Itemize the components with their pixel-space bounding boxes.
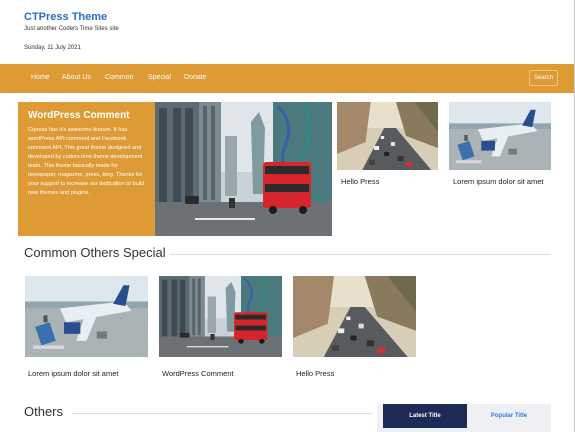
search-button[interactable]: Search [529,70,558,86]
post-image-2[interactable] [159,276,282,357]
hero-image[interactable] [155,102,332,236]
hero-card[interactable]: WordPress Comment Ctpress has it's aweso… [18,102,155,236]
post-caption-1[interactable]: Lorem ipsum dolor sit amet [28,369,118,378]
featured-image-2[interactable] [449,102,551,170]
nav-item-home[interactable]: Home [31,74,50,81]
nav-item-special[interactable]: Special [148,74,171,81]
tab-popular-title[interactable]: Popular Title [467,404,551,428]
section-divider [170,254,551,255]
site-description: Just another Coders Time Sites site [24,26,119,32]
tab-latest-title[interactable]: Latest Title [383,404,467,428]
hero-title[interactable]: WordPress Comment [28,110,145,121]
section-divider-others [72,413,372,414]
section-heading-common: Common Others Special [24,245,166,260]
featured-image-1[interactable] [337,102,438,170]
page-frame: CTPress Theme Just another Coders Time S… [0,0,575,432]
post-image-3[interactable] [293,276,416,357]
site-title[interactable]: CTPress Theme [24,11,107,23]
post-caption-3[interactable]: Hello Press [296,369,334,378]
sidebar-tabs: Latest Title Popular Title [377,404,551,432]
hero-excerpt: Ctpress has it's awesome feature. It has… [28,127,145,196]
nav-item-about-us[interactable]: About Us [62,74,91,81]
section-heading-others: Others [24,404,64,419]
nav-item-common[interactable]: Common [105,74,133,81]
main-navigation: Home About Us Common Special Donate Sear… [0,64,574,93]
post-caption-2[interactable]: WordPress Comment [162,369,234,378]
nav-item-donate[interactable]: Donate [184,74,207,81]
post-image-1[interactable] [25,276,148,357]
featured-caption-2[interactable]: Lorem ipsum dolor sit amet [453,177,543,186]
featured-caption-1[interactable]: Hello Press [341,177,379,186]
site-date: Sunday, 11 July 2021 [24,45,81,51]
